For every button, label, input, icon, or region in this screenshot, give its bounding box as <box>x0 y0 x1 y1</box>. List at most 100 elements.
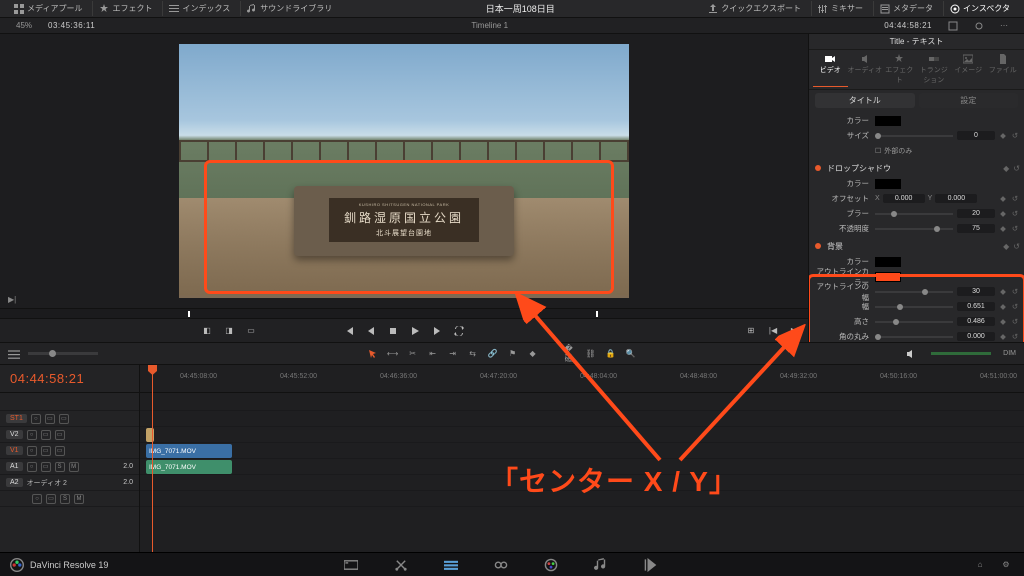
insert-icon[interactable]: ⇤ <box>427 348 439 360</box>
page-media-icon[interactable] <box>343 557 359 573</box>
viewer-scrubber[interactable] <box>0 308 808 318</box>
audio-clip[interactable]: IMG_7071.MOV <box>146 460 232 474</box>
next-frame-button[interactable] <box>430 324 444 338</box>
app-logo[interactable]: DaVinci Resolve 19 <box>10 558 108 572</box>
search-icon[interactable]: 🔍 <box>625 348 637 360</box>
link-icon[interactable]: 🔗 <box>487 348 499 360</box>
page-cut-icon[interactable] <box>393 557 409 573</box>
quick-export-button[interactable]: クイックエクスポート <box>702 1 807 16</box>
inspector-tab-file[interactable]: ファイル <box>986 52 1021 87</box>
track-a1[interactable]: A1○▭SM2.0 <box>0 459 139 475</box>
prev-frame-button[interactable] <box>364 324 378 338</box>
track-a2[interactable]: A2オーディオ 22.0 <box>0 475 139 491</box>
track-st1[interactable]: ST1○▭▭ <box>0 411 139 427</box>
play-button[interactable] <box>408 324 422 338</box>
goto-prev-icon[interactable]: |◀ <box>766 324 780 338</box>
timeline-ruler[interactable]: 04:45:08:00 04:45:52:00 04:46:36:00 04:4… <box>140 365 1024 393</box>
dropshadow-color-swatch[interactable] <box>875 179 901 189</box>
zoom-level[interactable]: 45% <box>8 21 40 30</box>
replace-icon[interactable]: ⇆ <box>467 348 479 360</box>
inspector-tab-audio[interactable]: オーディオ <box>848 52 883 87</box>
loop-button[interactable] <box>452 324 466 338</box>
dropshadow-blur[interactable]: ブラー20◆↺ <box>813 206 1020 221</box>
bg-height[interactable]: 高さ0.486◆↺ <box>813 314 1020 329</box>
bg-width[interactable]: 幅0.651◆↺ <box>813 299 1020 314</box>
timeline-name[interactable]: Timeline 1 <box>463 21 516 30</box>
track-v2[interactable]: V2○▭▭ <box>0 427 139 443</box>
transition-icon <box>929 54 939 64</box>
section-background[interactable]: 背景◆↺ <box>813 238 1020 254</box>
volume-slider[interactable] <box>931 352 991 355</box>
clip-icon[interactable]: ▭ <box>244 324 258 338</box>
mark-out-icon[interactable]: ◨ <box>222 324 236 338</box>
timeline-tracks[interactable]: 04:45:08:00 04:45:52:00 04:46:36:00 04:4… <box>140 365 1024 552</box>
mixer-tab[interactable]: ミキサー <box>811 1 869 16</box>
dropshadow-opacity[interactable]: 不透明度75◆↺ <box>813 221 1020 236</box>
mark-in-icon[interactable]: ◧ <box>200 324 214 338</box>
overwrite-icon[interactable]: ⇥ <box>447 348 459 360</box>
size-control[interactable]: サイズ0◆↺ <box>813 128 1020 143</box>
inspector-tab-video[interactable]: ビデオ <box>813 52 848 87</box>
page-color-icon[interactable] <box>543 557 559 573</box>
reset-icon[interactable]: ↺ <box>1010 131 1020 140</box>
goto-next-icon[interactable]: ▶| <box>788 324 802 338</box>
index-tab[interactable]: インデックス <box>162 1 236 16</box>
inspector-tab[interactable]: インスペクタ <box>943 1 1016 16</box>
viewer-timecode: 04:44:58:21 <box>876 21 940 30</box>
stop-button[interactable] <box>386 324 400 338</box>
track-header-column: 04:44:58:21 ST1○▭▭ V2○▭▭ V1○▭▭ A1○▭SM2.0… <box>0 365 140 552</box>
speaker-icon[interactable] <box>905 348 917 360</box>
settings-gear-icon[interactable]: ⚙ <box>998 557 1014 573</box>
timeline-zoom-slider[interactable] <box>28 352 98 355</box>
bg-color-swatch[interactable] <box>875 257 901 267</box>
page-fairlight-icon[interactable] <box>593 557 609 573</box>
match-frame-icon[interactable]: ⊞ <box>744 324 758 338</box>
page-fusion-icon[interactable] <box>493 557 509 573</box>
keyframe-diamond-icon[interactable]: ◆ <box>998 131 1008 141</box>
more-icon[interactable]: ⋯ <box>992 21 1016 30</box>
page-deliver-icon[interactable] <box>643 557 659 573</box>
video-clip[interactable]: IMG_7071.MOV <box>146 444 232 458</box>
track-v1[interactable]: V1○▭▭ <box>0 443 139 459</box>
timeline-timecode[interactable]: 04:44:58:21 <box>0 365 139 393</box>
page-edit-icon[interactable] <box>443 557 459 573</box>
dim-label[interactable]: DIM <box>1003 350 1016 357</box>
flag-icon[interactable]: ⚑ <box>507 348 519 360</box>
metadata-tab[interactable]: メタデータ <box>873 1 939 16</box>
dropshadow-offset[interactable]: オフセットX0.000Y0.000◆↺ <box>813 191 1020 206</box>
inspector-tab-effects[interactable]: エフェクト <box>882 52 917 87</box>
home-icon[interactable]: ⌂ <box>972 557 988 573</box>
effects-tab[interactable]: エフェクト <box>92 1 158 16</box>
playhead[interactable] <box>152 365 153 552</box>
bg-corner[interactable]: 角の丸み0.000◆↺ <box>813 329 1020 342</box>
bg-outline-color-swatch[interactable] <box>875 272 901 282</box>
position-lock-icon[interactable]: 🔒 <box>605 348 617 360</box>
timeline-view-icon[interactable] <box>8 348 20 360</box>
annotation-text: 「センター X / Y」 <box>490 460 738 500</box>
export-icon <box>708 4 718 14</box>
prev-edit-icon[interactable]: ▶| <box>8 295 16 304</box>
snap-icon[interactable]: �磁 <box>565 348 577 360</box>
stroke-color-swatch[interactable] <box>875 116 901 126</box>
inspector-tab-image[interactable]: イメージ <box>951 52 986 87</box>
trim-tool-icon[interactable]: ⟷ <box>387 348 399 360</box>
bg-outline-width[interactable]: アウトラインの幅30◆↺ <box>813 284 1020 299</box>
viewer-canvas[interactable]: KUSHIRO SHITSUGEN NATIONAL PARK 釧路湿原国立公園… <box>179 44 629 298</box>
first-frame-button[interactable] <box>342 324 356 338</box>
source-timecode: 03:45:36:11 <box>40 21 103 30</box>
blade-tool-icon[interactable]: ✂ <box>407 348 419 360</box>
chain-icon[interactable]: ⛓ <box>585 348 597 360</box>
selection-tool-icon[interactable] <box>367 348 379 360</box>
image-icon <box>963 54 973 64</box>
inspector-tab-transition[interactable]: トランジション <box>917 52 952 87</box>
media-pool-tab[interactable]: メディアプール <box>8 1 88 16</box>
sound-library-tab[interactable]: サウンドライブラリ <box>240 1 338 16</box>
bypass-icon[interactable] <box>966 21 992 31</box>
viewer-options-icon[interactable] <box>940 21 966 31</box>
subtab-title[interactable]: タイトル <box>815 93 915 108</box>
track-a2-controls[interactable]: ○▭SM <box>0 491 139 507</box>
subtab-settings[interactable]: 設定 <box>919 93 1019 108</box>
section-drop-shadow[interactable]: ドロップシャドウ◆↺ <box>813 160 1020 176</box>
marker-icon[interactable]: ◆ <box>527 348 539 360</box>
project-title: 日本一周108日目 <box>346 2 694 15</box>
